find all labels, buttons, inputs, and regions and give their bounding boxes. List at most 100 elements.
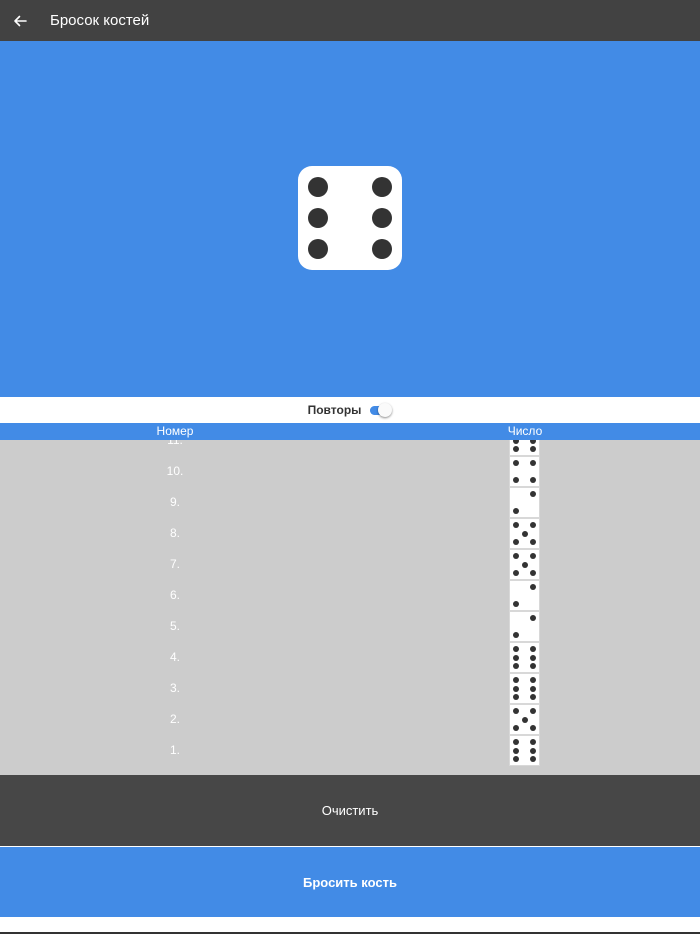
die-pip [529, 584, 536, 591]
die-pip [530, 676, 537, 683]
die-pip [307, 239, 328, 260]
row-number: 5. [169, 619, 180, 633]
die-pip [530, 694, 537, 701]
die-display-area [0, 41, 700, 397]
table-row: 7. [0, 549, 700, 580]
table-row: 9. [0, 487, 700, 518]
die-pip [530, 654, 537, 661]
die-pip [307, 176, 328, 197]
row-number: 3. [169, 681, 180, 695]
die-pip [513, 569, 520, 576]
die-pip [521, 530, 528, 537]
die-pip [512, 676, 519, 683]
row-die-value [509, 611, 540, 642]
die-pip [530, 440, 537, 444]
die-pip [530, 747, 537, 754]
die-pip [513, 476, 520, 483]
repeat-label: Повторы [307, 403, 362, 417]
die-pip [512, 738, 519, 745]
die-pip [530, 446, 537, 453]
die-pip [513, 724, 520, 731]
die-pip [530, 645, 537, 652]
die-pip [530, 685, 537, 692]
column-header-value: Число [507, 424, 543, 438]
table-row: 4. [0, 642, 700, 673]
die-pip [372, 176, 393, 197]
history-table-header: Номер Число [0, 423, 700, 440]
die-pip [529, 522, 536, 529]
die-pip [513, 600, 520, 607]
die-pip [529, 460, 536, 467]
row-number: 8. [169, 526, 180, 540]
die-pip [512, 685, 519, 692]
column-header-number: Номер [156, 424, 194, 438]
table-row: 5. [0, 611, 700, 642]
app-title: Бросок костей [50, 12, 150, 29]
die-pip [529, 724, 536, 731]
die-pip [372, 239, 393, 260]
history-table-body[interactable]: 11. 10. 9. 8. 7. 6. 5. 4. 3. 2. 1. [0, 440, 700, 775]
die-pip [529, 615, 536, 622]
die-pip [512, 694, 519, 701]
table-row: 8. [0, 518, 700, 549]
die-pip [512, 645, 519, 652]
die-pip [513, 708, 520, 715]
table-row: 10. [0, 456, 700, 487]
row-number: 7. [169, 557, 180, 571]
table-row: 11. [0, 440, 700, 456]
die-pip [529, 491, 536, 498]
row-number: 10. [166, 464, 184, 478]
row-number: 1. [169, 743, 180, 757]
die-pip [513, 507, 520, 514]
toggle-knob [378, 403, 393, 417]
die-pip [307, 208, 328, 228]
repeat-bar: Повторы [0, 397, 700, 423]
die-pip [513, 538, 520, 545]
row-die-value [509, 487, 540, 518]
row-number: 6. [169, 588, 180, 602]
die-pip [512, 756, 519, 763]
roll-die-button[interactable]: Бросить кость [0, 847, 700, 917]
row-number: 11. [167, 440, 183, 447]
app-bar: Бросок костей [0, 0, 700, 41]
die-pip [513, 553, 520, 560]
row-die-value [509, 440, 540, 456]
die-pip [512, 663, 519, 670]
die-pip [521, 716, 528, 723]
arrow-left-icon [14, 15, 27, 26]
row-number: 2. [169, 712, 180, 726]
row-number: 9. [169, 495, 180, 509]
row-die-value [509, 704, 540, 735]
row-die-value [509, 518, 540, 549]
history-rows: 11. 10. 9. 8. 7. 6. 5. 4. 3. 2. 1. [0, 440, 700, 766]
die-pip [529, 476, 536, 483]
current-die[interactable] [298, 166, 402, 270]
die-pip [512, 446, 519, 453]
repeat-toggle[interactable] [370, 403, 393, 417]
die-pip [513, 631, 520, 638]
die-pip [529, 553, 536, 560]
back-button[interactable] [0, 0, 40, 41]
die-pip [372, 208, 393, 228]
row-die-value [509, 549, 540, 580]
table-row: 3. [0, 673, 700, 704]
table-row: 1. [0, 735, 700, 766]
die-pip [529, 708, 536, 715]
die-pip [512, 440, 519, 444]
die-pip [530, 663, 537, 670]
row-die-value [509, 580, 540, 611]
table-row: 2. [0, 704, 700, 735]
die-pip [513, 522, 520, 529]
die-pip [529, 538, 536, 545]
clear-button[interactable]: Очистить [0, 775, 700, 846]
die-pip [529, 569, 536, 576]
die-pip [530, 756, 537, 763]
die-pip [530, 738, 537, 745]
die-pip [513, 460, 520, 467]
row-die-value [509, 642, 540, 673]
row-die-value [509, 456, 540, 487]
row-number: 4. [169, 650, 180, 664]
die-pip [512, 654, 519, 661]
table-row: 6. [0, 580, 700, 611]
die-pip [512, 747, 519, 754]
